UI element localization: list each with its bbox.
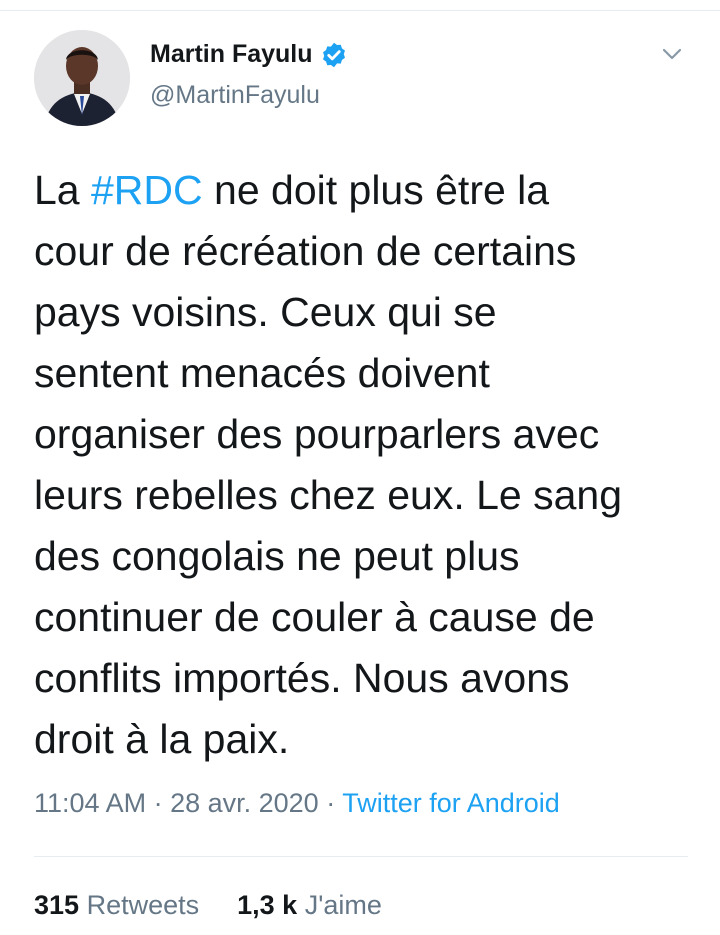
- tweet-line: sentent menacés doivent: [34, 350, 490, 396]
- likes-stat[interactable]: 1,3 k J'aime: [237, 890, 382, 920]
- meta-separator: ·: [318, 788, 343, 818]
- tweet-line: La #RDC ne doit plus être la: [34, 160, 694, 221]
- tweet-line: leurs rebelles chez eux. Le sang: [34, 472, 623, 518]
- tweet-date[interactable]: 28 avr. 2020: [170, 788, 319, 818]
- display-name[interactable]: Martin Fayulu: [150, 40, 313, 69]
- tweet-line: des congolais ne peut plus: [34, 533, 520, 579]
- retweets-label: Retweets: [86, 890, 200, 920]
- meta-separator: ·: [146, 788, 171, 818]
- avatar-photo: [34, 30, 130, 126]
- likes-count: 1,3 k: [237, 890, 298, 920]
- tweet-line: cour de récréation de certains: [34, 228, 577, 274]
- tweet-text: La #RDC ne doit plus être la cour de réc…: [34, 160, 694, 770]
- chevron-down-icon[interactable]: [660, 42, 684, 66]
- tweet-text-segment: ne doit plus être la: [202, 167, 550, 213]
- tweet-line: pays voisins. Ceux qui se: [34, 289, 497, 335]
- tweet-time[interactable]: 11:04 AM: [34, 788, 146, 818]
- tweet-stats: 315 Retweets 1,3 k J'aime: [34, 890, 382, 921]
- tweet-line: continuer de couler à cause de: [34, 594, 595, 640]
- stats-divider: [34, 856, 688, 857]
- avatar[interactable]: [34, 30, 130, 126]
- verified-badge-icon: [322, 42, 345, 67]
- tweet-header: Martin Fayulu @MartinFayulu: [34, 30, 694, 130]
- hashtag-link[interactable]: #RDC: [91, 167, 203, 213]
- tweet-line: organiser des pourparlers avec: [34, 411, 600, 457]
- retweets-count: 315: [34, 890, 80, 920]
- tweet-text-segment: La: [34, 167, 91, 213]
- tweet-line: conflits importés. Nous avons: [34, 655, 570, 701]
- tweet-meta: 11:04 AM · 28 avr. 2020 · Twitter for An…: [34, 788, 560, 819]
- retweets-stat[interactable]: 315 Retweets: [34, 890, 199, 920]
- likes-label: J'aime: [304, 890, 382, 920]
- name-row: Martin Fayulu: [150, 40, 348, 69]
- top-divider: [0, 10, 720, 11]
- tweet-line: droit à la paix.: [34, 716, 290, 762]
- user-handle[interactable]: @MartinFayulu: [150, 81, 320, 110]
- tweet-source-link[interactable]: Twitter for Android: [342, 788, 560, 818]
